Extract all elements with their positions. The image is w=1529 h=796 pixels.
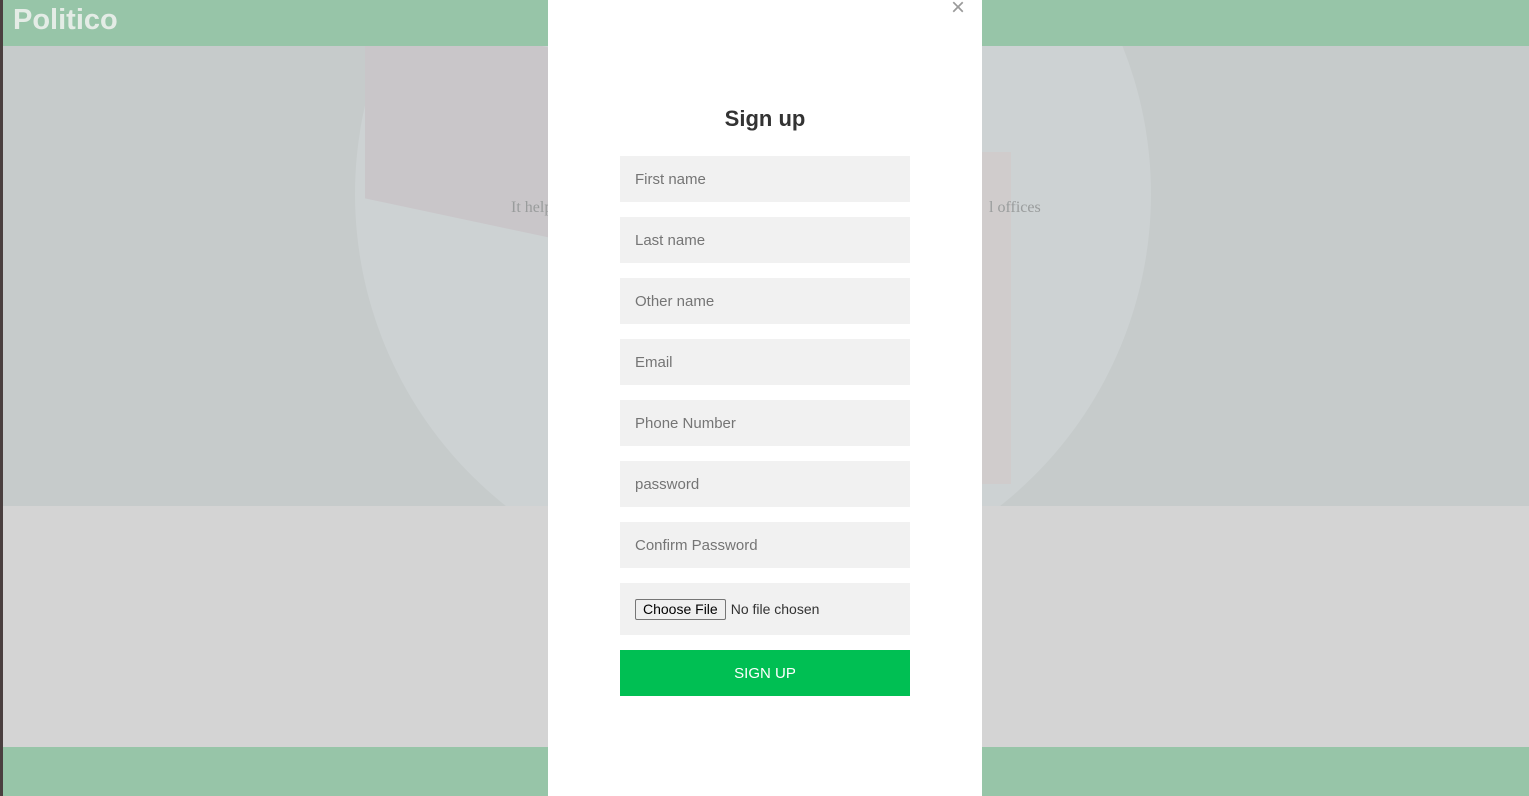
hero-text-right: l offices xyxy=(989,199,1041,216)
close-icon[interactable]: × xyxy=(948,0,968,20)
file-status-text: No file chosen xyxy=(730,601,820,617)
file-upload-field: Choose File No file chosen xyxy=(620,583,910,635)
signup-modal: × Sign up Choose File No file chosen SIG… xyxy=(548,0,982,796)
brand-logo[interactable]: Politico xyxy=(13,4,118,37)
confirm-password-input[interactable] xyxy=(620,522,910,568)
phone-number-input[interactable] xyxy=(620,400,910,446)
choose-file-button[interactable]: Choose File xyxy=(635,598,726,620)
hero-text-left: It help xyxy=(511,199,553,216)
other-name-input[interactable] xyxy=(620,278,910,324)
password-input[interactable] xyxy=(620,461,910,507)
page: Politico It help l offices × Sign up Cho… xyxy=(0,0,1529,796)
sign-up-button[interactable]: SIGN UP xyxy=(620,650,910,696)
modal-title: Sign up xyxy=(724,106,806,131)
email-input[interactable] xyxy=(620,339,910,385)
first-name-input[interactable] xyxy=(620,156,910,202)
last-name-input[interactable] xyxy=(620,217,910,263)
